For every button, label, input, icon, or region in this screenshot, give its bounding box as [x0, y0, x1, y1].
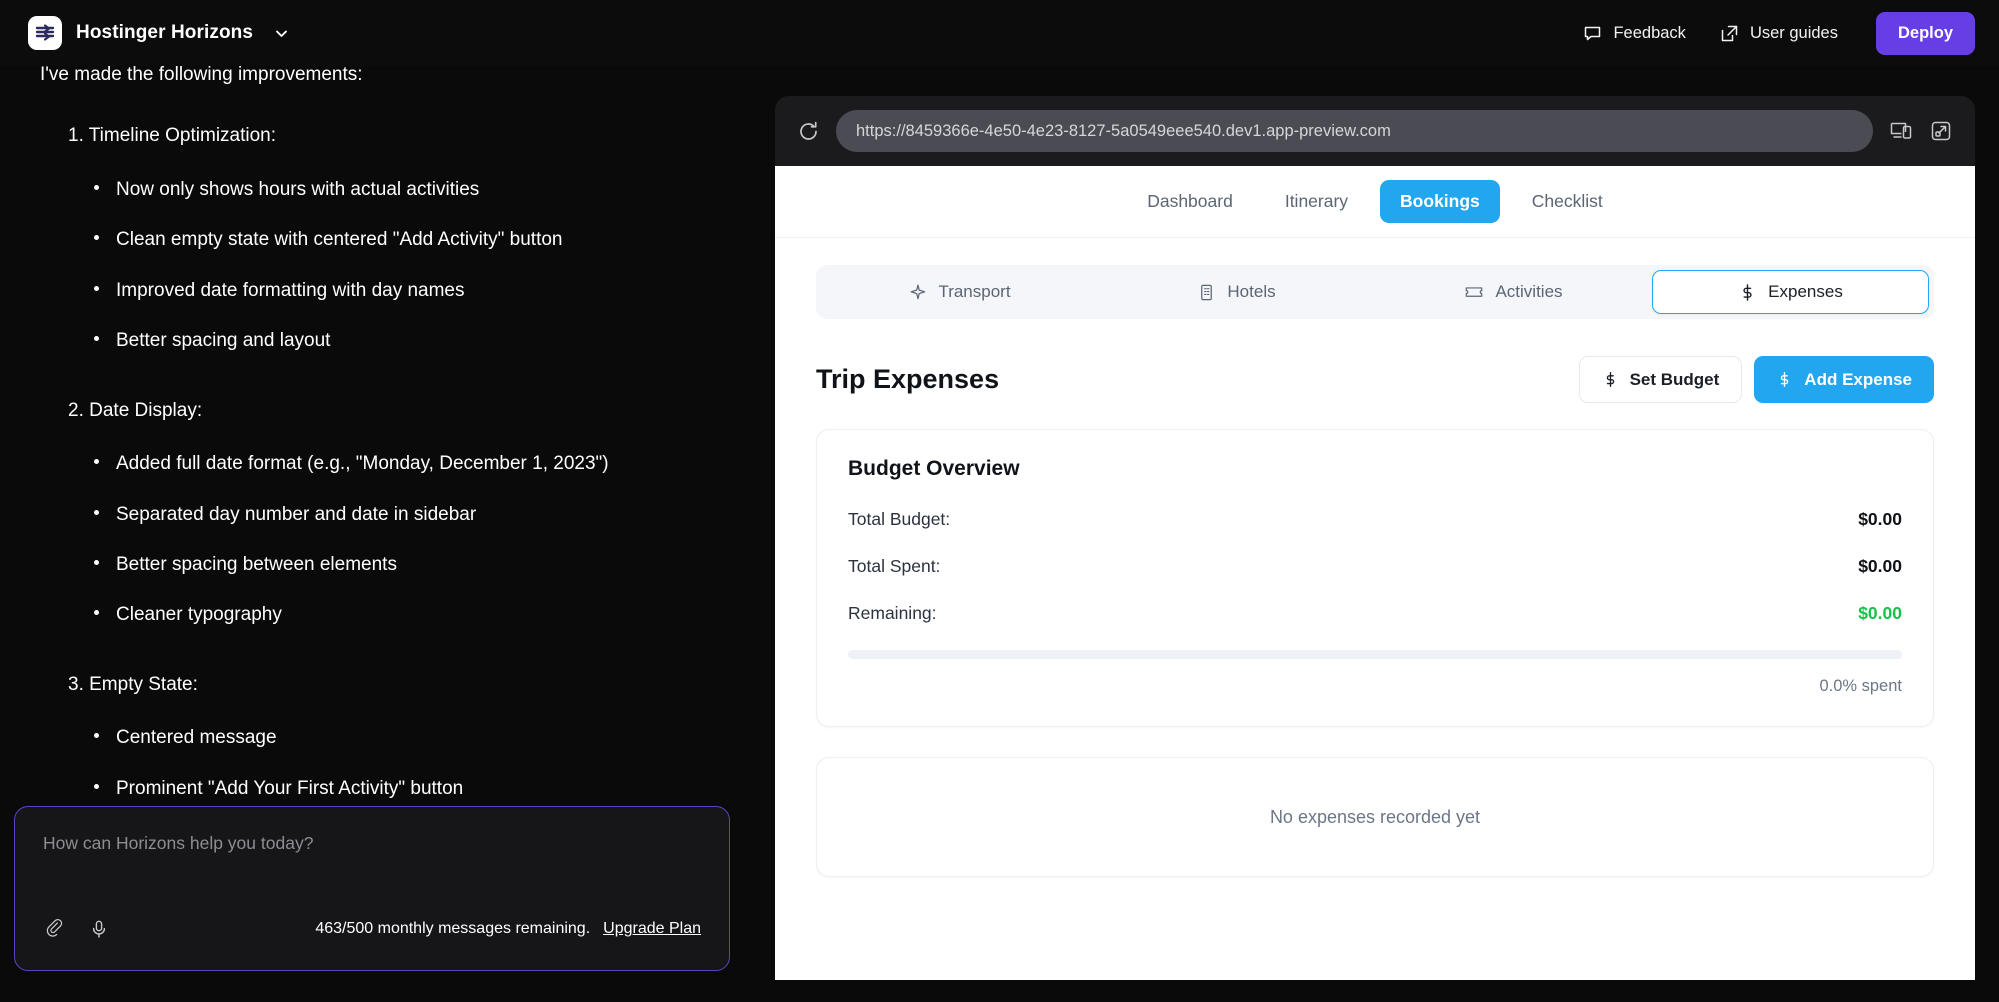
row-label: Total Spent:: [848, 556, 940, 577]
section-bullet-list: Centered message Prominent "Add Your Fir…: [40, 723, 735, 803]
building-icon: [1197, 283, 1216, 302]
section-title: 1. Timeline Optimization:: [68, 121, 735, 150]
dollar-icon: [1602, 371, 1619, 388]
empty-state-text: No expenses recorded yet: [1270, 807, 1480, 828]
section-bullet-list: Now only shows hours with actual activit…: [40, 175, 735, 356]
message-quota: 463/500 monthly messages remaining. Upgr…: [315, 920, 701, 938]
feedback-label: Feedback: [1613, 24, 1685, 43]
page-title: Trip Expenses: [816, 364, 999, 395]
user-guides-label: User guides: [1750, 24, 1838, 43]
chat-panel: I've made the following improvements: 1.…: [0, 66, 775, 1002]
composer-toolbar: 463/500 monthly messages remaining. Upgr…: [43, 918, 701, 940]
booking-sub-tabs: Transport Hotels: [816, 265, 1934, 319]
section-title: 2. Date Display:: [68, 396, 735, 425]
dollar-icon: [1776, 371, 1793, 388]
preview-panel: https://8459366e-4e50-4e23-8127-5a0549ee…: [775, 96, 1975, 980]
chat-input-placeholder[interactable]: How can Horizons help you today?: [43, 833, 701, 854]
chat-composer[interactable]: How can Horizons help you today? 463/500…: [14, 806, 730, 971]
set-budget-label: Set Budget: [1630, 370, 1720, 390]
budget-progress-label: 0.0% spent: [848, 677, 1902, 696]
add-expense-button[interactable]: Add Expense: [1754, 356, 1934, 403]
subtab-label: Hotels: [1227, 282, 1275, 302]
page-title-row: Trip Expenses Set Budget: [816, 356, 1934, 403]
list-item: Better spacing between elements: [116, 550, 735, 579]
list-item: Centered message: [116, 723, 735, 752]
row-label: Remaining:: [848, 603, 937, 624]
subtab-transport[interactable]: Transport: [821, 270, 1098, 314]
microphone-icon[interactable]: [89, 919, 109, 939]
message-lead: I've made the following improvements:: [40, 66, 735, 89]
hostinger-logo-icon: [28, 16, 62, 50]
preview-viewport: Dashboard Itinerary Bookings Checklist T…: [775, 166, 1975, 980]
open-external-icon[interactable]: [1929, 119, 1953, 143]
section-title: 3. Empty State:: [68, 670, 735, 699]
budget-progress-bar: [848, 650, 1902, 659]
add-expense-label: Add Expense: [1804, 370, 1912, 390]
comment-icon: [1583, 24, 1602, 43]
list-item: Clean empty state with centered "Add Act…: [116, 225, 735, 254]
ticket-icon: [1464, 282, 1484, 302]
list-item: Separated day number and date in sidebar: [116, 500, 735, 529]
subtab-label: Activities: [1495, 282, 1562, 302]
row-value: $0.00: [1858, 603, 1902, 624]
header-actions: Feedback User guides Deploy: [1583, 12, 1975, 55]
responsive-view-icon[interactable]: [1889, 119, 1913, 143]
assistant-message: I've made the following improvements: 1.…: [0, 66, 775, 843]
message-section-3: 3. Empty State: Centered message Promine…: [40, 670, 735, 803]
composer-tools: [43, 918, 109, 940]
app-content: Transport Hotels: [775, 238, 1975, 877]
row-value: $0.00: [1858, 556, 1902, 577]
plane-icon: [908, 283, 927, 302]
deploy-button[interactable]: Deploy: [1876, 12, 1975, 55]
quota-text: 463/500 monthly messages remaining.: [315, 920, 590, 938]
tab-dashboard[interactable]: Dashboard: [1127, 180, 1253, 223]
external-link-icon: [1720, 24, 1739, 43]
row-value: $0.00: [1858, 509, 1902, 530]
user-guides-button[interactable]: User guides: [1720, 24, 1838, 43]
row-label: Total Budget:: [848, 509, 950, 530]
tab-bookings[interactable]: Bookings: [1380, 180, 1500, 223]
chevron-down-icon[interactable]: [273, 25, 290, 42]
app-header: Hostinger Horizons Feedback User guides …: [0, 0, 1999, 66]
total-spent-row: Total Spent: $0.00: [848, 556, 1902, 577]
subtab-hotels[interactable]: Hotels: [1098, 270, 1375, 314]
expenses-empty-card: No expenses recorded yet: [816, 757, 1934, 877]
tab-checklist[interactable]: Checklist: [1512, 180, 1623, 223]
url-input[interactable]: https://8459366e-4e50-4e23-8127-5a0549ee…: [836, 110, 1873, 152]
feedback-button[interactable]: Feedback: [1583, 24, 1685, 43]
list-item: Cleaner typography: [116, 600, 735, 629]
budget-overview-card: Budget Overview Total Budget: $0.00 Tota…: [816, 429, 1934, 727]
total-budget-row: Total Budget: $0.00: [848, 509, 1902, 530]
section-bullet-list: Added full date format (e.g., "Monday, D…: [40, 449, 735, 630]
subtab-expenses[interactable]: Expenses: [1652, 270, 1929, 314]
subtab-activities[interactable]: Activities: [1375, 270, 1652, 314]
upgrade-plan-link[interactable]: Upgrade Plan: [603, 920, 701, 938]
list-item: Prominent "Add Your First Activity" butt…: [116, 774, 735, 803]
reload-icon[interactable]: [797, 120, 820, 143]
brand-group[interactable]: Hostinger Horizons: [28, 16, 290, 50]
list-item: Added full date format (e.g., "Monday, D…: [116, 449, 735, 478]
message-section-2: 2. Date Display: Added full date format …: [40, 396, 735, 630]
remaining-row: Remaining: $0.00: [848, 603, 1902, 624]
budget-card-title: Budget Overview: [848, 457, 1902, 481]
page-actions: Set Budget Add Expense: [1579, 356, 1934, 403]
subtab-label: Expenses: [1768, 282, 1843, 302]
brand-title: Hostinger Horizons: [76, 22, 253, 44]
list-item: Improved date formatting with day names: [116, 276, 735, 305]
dollar-icon: [1738, 283, 1757, 302]
tab-itinerary[interactable]: Itinerary: [1265, 180, 1368, 223]
subtab-label: Transport: [938, 282, 1010, 302]
app-main-tabs: Dashboard Itinerary Bookings Checklist: [775, 166, 1975, 238]
preview-toolbar: https://8459366e-4e50-4e23-8127-5a0549ee…: [775, 96, 1975, 166]
list-item: Better spacing and layout: [116, 326, 735, 355]
attach-file-icon[interactable]: [43, 918, 65, 940]
set-budget-button[interactable]: Set Budget: [1579, 356, 1743, 403]
list-item: Now only shows hours with actual activit…: [116, 175, 735, 204]
message-section-1: 1. Timeline Optimization: Now only shows…: [40, 121, 735, 355]
